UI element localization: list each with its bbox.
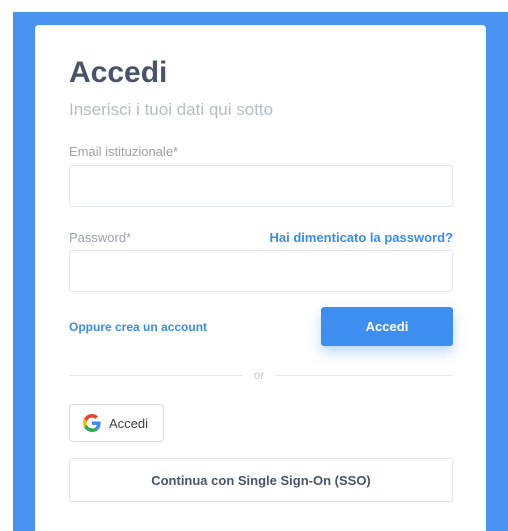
divider-line-left bbox=[69, 375, 243, 376]
google-login-label: Accedi bbox=[109, 415, 149, 431]
divider-line-right bbox=[275, 375, 453, 376]
google-login-button[interactable]: Accedi bbox=[69, 404, 164, 442]
google-g-icon bbox=[83, 414, 101, 432]
create-account-link[interactable]: Oppure crea un account bbox=[69, 319, 207, 335]
login-card: Accedi Inserisci i tuoi dati qui sotto E… bbox=[35, 25, 486, 531]
login-button[interactable]: Accedi bbox=[321, 307, 453, 346]
divider-or-text: or bbox=[253, 368, 265, 382]
page-subtitle: Inserisci i tuoi dati qui sotto bbox=[69, 100, 274, 119]
page-title: Accedi bbox=[69, 56, 168, 89]
email-field[interactable] bbox=[69, 165, 453, 207]
sso-button[interactable]: Continua con Single Sign-On (SSO) bbox=[69, 458, 453, 502]
email-label: Email istituzionale* bbox=[69, 144, 179, 159]
password-label: Password* bbox=[69, 230, 132, 245]
password-field[interactable] bbox=[69, 250, 453, 292]
forgot-password-link[interactable]: Hai dimenticato la password? bbox=[270, 230, 454, 246]
page: Accedi Inserisci i tuoi dati qui sotto E… bbox=[0, 0, 508, 531]
